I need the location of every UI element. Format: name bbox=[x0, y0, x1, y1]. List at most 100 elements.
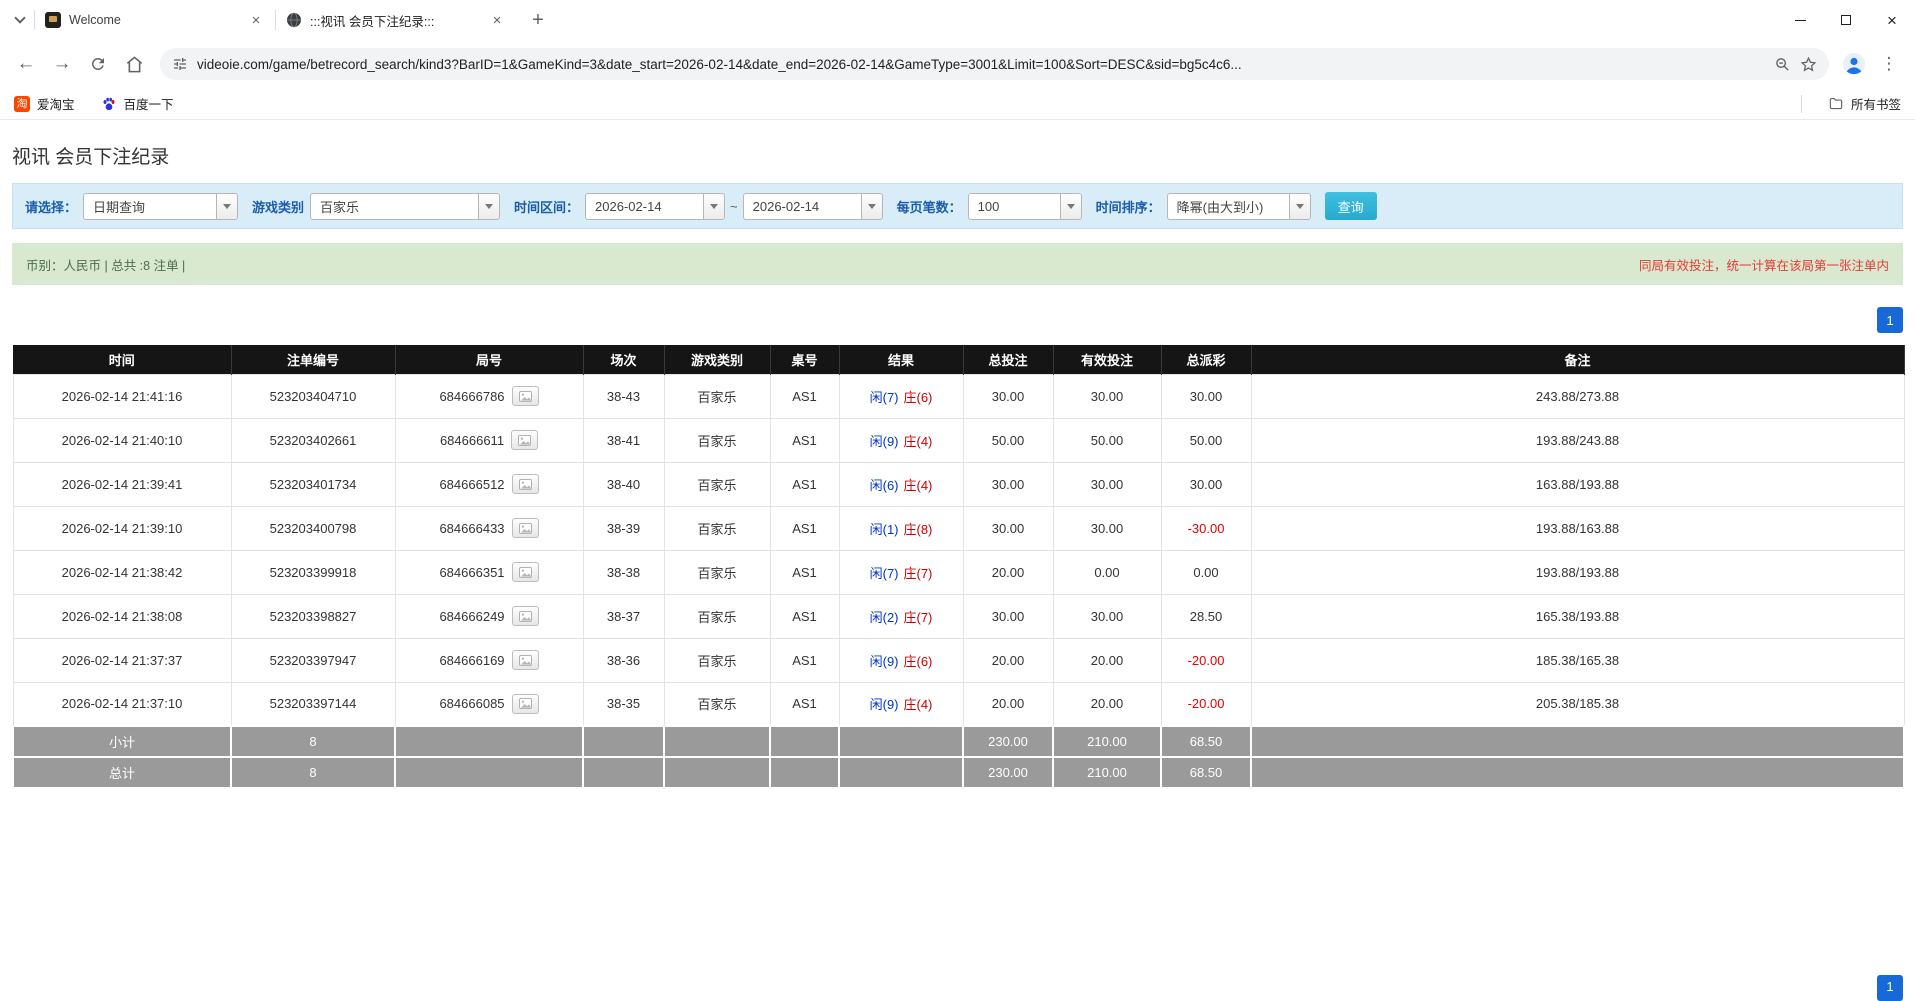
replay-icon[interactable] bbox=[512, 474, 539, 494]
sort-label: 时间排序： bbox=[1096, 197, 1161, 216]
banker-result: 庄(4) bbox=[904, 434, 933, 449]
tab-betrecord[interactable]: :::视讯 会员下注纪录::: × bbox=[276, 0, 516, 40]
chevron-down-icon[interactable] bbox=[478, 193, 500, 220]
game-kind-label: 游戏类别 bbox=[252, 197, 304, 216]
player-result: 闲(2) bbox=[870, 610, 899, 625]
valid-bet-cell: 30.00 bbox=[1053, 506, 1161, 550]
refresh-button[interactable] bbox=[80, 46, 116, 82]
close-button[interactable]: × bbox=[1869, 0, 1915, 40]
maximize-button[interactable] bbox=[1823, 0, 1869, 40]
total-bet-cell[interactable]: 30.00 bbox=[963, 462, 1053, 506]
per-page-value[interactable]: 100 bbox=[968, 193, 1060, 220]
date-end-value[interactable]: 2026-02-14 bbox=[743, 193, 861, 220]
valid-bet-cell: 0.00 bbox=[1053, 550, 1161, 594]
col-payout: 总派彩 bbox=[1161, 345, 1251, 374]
table-row: 2026-02-14 21:39:10 523203400798 6846664… bbox=[13, 506, 1904, 550]
date-end-select[interactable]: 2026-02-14 bbox=[743, 193, 883, 220]
tab-welcome[interactable]: Welcome × bbox=[35, 0, 275, 40]
total-bet-cell[interactable]: 50.00 bbox=[963, 418, 1053, 462]
tab-close-icon[interactable]: × bbox=[247, 11, 265, 29]
bookmark-star-icon[interactable] bbox=[1800, 56, 1817, 73]
search-button[interactable]: 查询 bbox=[1325, 192, 1377, 220]
page-1-button-bottom[interactable]: 1 bbox=[1877, 975, 1903, 1001]
player-result: 闲(9) bbox=[870, 654, 899, 669]
total-bet-cell[interactable]: 20.00 bbox=[963, 550, 1053, 594]
filter-bar: 请选择： 日期查询 游戏类别 百家乐 时间区间： 2026-02-14 ~ 20… bbox=[12, 183, 1903, 229]
menu-button[interactable]: ⋮ bbox=[1871, 46, 1907, 82]
query-type-select[interactable]: 日期查询 bbox=[83, 193, 238, 220]
replay-icon[interactable] bbox=[512, 650, 539, 670]
subtotal-row: 小计 8 230.00 210.00 68.50 bbox=[13, 726, 1904, 757]
total-bet-cell[interactable]: 30.00 bbox=[963, 594, 1053, 638]
page-1-button[interactable]: 1 bbox=[1877, 307, 1903, 333]
total-bet-cell[interactable]: 30.00 bbox=[963, 374, 1053, 418]
round-cell: 684666169 bbox=[395, 638, 583, 682]
payout-cell: -20.00 bbox=[1161, 682, 1251, 726]
col-game: 游戏类别 bbox=[664, 345, 770, 374]
query-type-value[interactable]: 日期查询 bbox=[83, 193, 216, 220]
empty-cell bbox=[583, 757, 664, 788]
replay-icon[interactable] bbox=[512, 562, 539, 582]
new-tab-button[interactable]: + bbox=[524, 6, 552, 34]
remark-cell: 243.88/273.88 bbox=[1251, 374, 1904, 418]
bookmark-baidu[interactable]: 百度一下 bbox=[101, 94, 174, 113]
round-id: 684666433 bbox=[439, 521, 504, 536]
banker-result: 庄(6) bbox=[904, 390, 933, 405]
date-separator: ~ bbox=[730, 199, 738, 214]
empty-cell bbox=[395, 726, 583, 757]
total-bet-cell[interactable]: 30.00 bbox=[963, 506, 1053, 550]
remark-cell: 165.38/193.88 bbox=[1251, 594, 1904, 638]
time-cell: 2026-02-14 21:38:42 bbox=[13, 550, 231, 594]
sort-select[interactable]: 降幂(由大到小) bbox=[1167, 193, 1311, 220]
chevron-down-icon[interactable] bbox=[861, 193, 883, 220]
zoom-icon[interactable] bbox=[1774, 56, 1791, 73]
site-settings-icon[interactable] bbox=[172, 56, 188, 72]
round-id: 684666085 bbox=[439, 696, 504, 711]
subtotal-payout: 68.50 bbox=[1161, 726, 1251, 757]
tab-search-button[interactable] bbox=[6, 6, 34, 34]
minimize-button[interactable] bbox=[1777, 0, 1823, 40]
summary-bar: 币别：人民币 | 总共 :8 注单 | 同局有效投注，统一计算在该局第一张注单内 bbox=[12, 243, 1903, 285]
total-bet-cell[interactable]: 20.00 bbox=[963, 638, 1053, 682]
total-bet-cell[interactable]: 20.00 bbox=[963, 682, 1053, 726]
baidu-paw-icon bbox=[101, 96, 117, 112]
replay-icon[interactable] bbox=[512, 606, 539, 626]
replay-icon[interactable] bbox=[512, 386, 539, 406]
bookmark-taobao[interactable]: 爱淘宝 bbox=[14, 94, 75, 113]
sort-value[interactable]: 降幂(由大到小) bbox=[1167, 193, 1289, 220]
bookmark-label: 爱淘宝 bbox=[37, 94, 75, 113]
back-button[interactable]: ← bbox=[8, 46, 44, 82]
url-text[interactable]: videoie.com/game/betrecord_search/kind3?… bbox=[197, 57, 1765, 72]
address-bar[interactable]: videoie.com/game/betrecord_search/kind3?… bbox=[160, 48, 1829, 80]
result-cell: 闲(7)庄(7) bbox=[839, 550, 963, 594]
chevron-down-icon[interactable] bbox=[703, 193, 725, 220]
game-kind-value[interactable]: 百家乐 bbox=[310, 193, 478, 220]
table-row: 2026-02-14 21:39:41 523203401734 6846665… bbox=[13, 462, 1904, 506]
chevron-down-icon[interactable] bbox=[216, 193, 238, 220]
bookmarks-bar: 爱淘宝 百度一下 所有书签 bbox=[0, 88, 1915, 120]
currency-total-text: 币别：人民币 | 总共 :8 注单 | bbox=[26, 255, 185, 274]
replay-icon[interactable] bbox=[512, 518, 539, 538]
forward-button[interactable]: → bbox=[44, 46, 80, 82]
remark-cell: 205.38/185.38 bbox=[1251, 682, 1904, 726]
session-cell: 38-37 bbox=[583, 594, 664, 638]
table-row: 2026-02-14 21:38:42 523203399918 6846663… bbox=[13, 550, 1904, 594]
date-start-select[interactable]: 2026-02-14 bbox=[585, 193, 725, 220]
chevron-down-icon[interactable] bbox=[1060, 193, 1082, 220]
tab-title: :::视讯 会员下注纪录::: bbox=[310, 11, 480, 30]
chevron-down-icon[interactable] bbox=[1289, 193, 1311, 220]
round-cell: 684666611 bbox=[395, 418, 583, 462]
banker-result: 庄(6) bbox=[904, 654, 933, 669]
replay-icon[interactable] bbox=[511, 430, 538, 450]
per-page-select[interactable]: 100 bbox=[968, 193, 1082, 220]
table-no-cell: AS1 bbox=[770, 638, 839, 682]
all-bookmarks-button[interactable]: 所有书签 bbox=[1828, 94, 1901, 113]
maximize-icon bbox=[1841, 15, 1851, 25]
game-kind-select[interactable]: 百家乐 bbox=[310, 193, 500, 220]
replay-icon[interactable] bbox=[512, 694, 539, 714]
tab-close-icon[interactable]: × bbox=[488, 11, 506, 29]
home-button[interactable] bbox=[116, 46, 152, 82]
subtotal-label: 小计 bbox=[13, 726, 231, 757]
profile-button[interactable] bbox=[1837, 47, 1871, 81]
date-start-value[interactable]: 2026-02-14 bbox=[585, 193, 703, 220]
